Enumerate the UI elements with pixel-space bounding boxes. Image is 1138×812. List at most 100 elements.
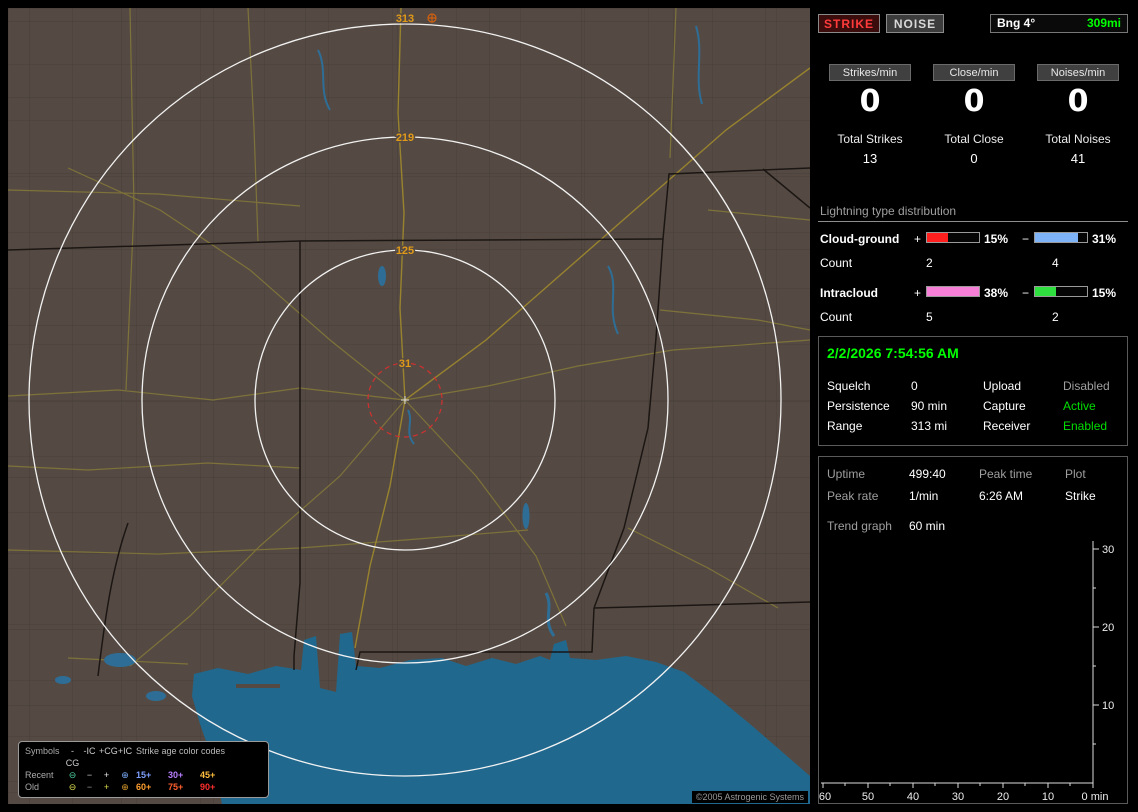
trend-graph-value: 60 min — [909, 519, 946, 533]
cg-minus-pct: 31% — [1092, 232, 1117, 246]
cloud-ground-count-row: Count 2 4 — [818, 256, 1130, 270]
total-noises-label: Total Noises — [1045, 132, 1111, 146]
peak-time-value: 6:26 AM — [979, 489, 1024, 503]
pos-ic-old-icon: ⊕ — [121, 782, 129, 792]
count-label: Count — [820, 310, 853, 324]
neg-ic-old-icon: − — [86, 782, 93, 792]
trend-x-tick-0: 0 min — [1082, 791, 1109, 803]
bearing-label: Bng 4° — [997, 16, 1036, 30]
cg-minus-count: 4 — [1052, 256, 1059, 270]
total-strikes-label: Total Strikes — [837, 132, 903, 146]
legend-recent-label: Recent — [25, 770, 54, 780]
neg-cg-old-icon: ⊖ — [68, 782, 77, 792]
strikes-column-header: Strikes/min — [818, 64, 922, 81]
cg-plus-count: 2 — [926, 256, 933, 270]
trend-x-tick-50: 50 — [862, 791, 874, 803]
legend-col-neg-ic: -IC — [83, 746, 96, 756]
squelch-value: 0 — [911, 379, 918, 393]
age-30: 30+ — [168, 770, 184, 780]
status-row-persistence: Persistence 90 min Capture Active — [819, 399, 1127, 415]
info-row-1: Uptime 499:40 Peak time Plot — [819, 467, 1127, 483]
trend-graph-label: Trend graph — [827, 519, 892, 533]
range-label-31: 31 — [399, 358, 411, 370]
strike-toggle-button[interactable]: STRIKE — [818, 14, 880, 33]
plus-sign: + — [914, 286, 922, 300]
noise-marker-icon — [427, 13, 437, 23]
peak-rate-value: 1/min — [909, 489, 939, 503]
legend-age-header: Strike age color codes — [136, 746, 226, 756]
plot-label: Plot — [1065, 467, 1086, 481]
ic-minus-count: 2 — [1052, 310, 1059, 324]
range-value: 313 mi — [911, 419, 948, 433]
squelch-label: Squelch — [827, 379, 871, 393]
sidebar: STRIKE NOISE Bng 4° 309mi Strikes/min Cl… — [818, 8, 1130, 804]
peak-time-label: Peak time — [979, 467, 1033, 481]
trend-x-tick-40: 40 — [907, 791, 919, 803]
uptime-value: 499:40 — [909, 467, 946, 481]
close-per-min-button[interactable]: Close/min — [933, 64, 1015, 81]
trend-x-tick-20: 20 — [997, 791, 1009, 803]
cloud-ground-label: Cloud-ground — [820, 232, 900, 246]
copyright-text: ©2005 Astrogenic Systems — [691, 791, 808, 803]
total-strikes-value: 13 — [862, 151, 878, 166]
legend-col-pos-ic: +IC — [117, 746, 133, 756]
intracloud-label: Intracloud — [820, 286, 879, 300]
close-per-min-value: 0 — [963, 84, 985, 119]
neg-ic-recent-icon: − — [86, 770, 93, 780]
intracloud-count-row: Count 5 2 — [818, 310, 1130, 324]
age-15: 15+ — [136, 770, 152, 780]
bearing-readout: Bng 4° 309mi — [990, 14, 1128, 33]
status-panel: 2/2/2026 7:54:56 AM Squelch 0 Upload Dis… — [818, 336, 1128, 446]
neg-cg-recent-icon: ⊖ — [68, 770, 77, 780]
age-45: 45+ — [200, 770, 216, 780]
pos-cg-old-icon: + — [103, 782, 110, 792]
minus-sign: − — [1022, 232, 1030, 246]
noise-toggle-button[interactable]: NOISE — [886, 14, 944, 33]
noises-column-header: Noises/min — [1026, 64, 1130, 81]
pos-ic-recent-icon: ⊕ — [121, 770, 129, 780]
legend-symbols-header: Symbols — [25, 746, 60, 756]
status-row-range: Range 313 mi Receiver Enabled — [819, 419, 1127, 435]
pos-cg-recent-icon: + — [103, 770, 110, 780]
intracloud-row: Intracloud + 38% − 15% — [818, 286, 1130, 300]
age-75: 75+ — [168, 782, 184, 792]
trend-x-tick-10: 10 — [1042, 791, 1054, 803]
receiver-status: Enabled — [1063, 419, 1108, 433]
trend-y-tick-30: 30 — [1102, 544, 1114, 556]
receiver-label: Receiver — [983, 419, 1031, 433]
persistence-value: 90 min — [911, 399, 948, 413]
upload-label: Upload — [983, 379, 1022, 393]
total-close-value: 0 — [970, 151, 978, 166]
legend-col-pos-cg: +CG — [99, 746, 118, 756]
strikes-per-min-value: 0 — [859, 84, 881, 119]
ic-minus-bar — [1034, 286, 1088, 297]
plus-sign: + — [914, 232, 922, 246]
datetime-display: 2/2/2026 7:54:56 AM — [827, 345, 959, 361]
info-row-2: Peak rate 1/min 6:26 AM Strike — [819, 489, 1127, 505]
map-canvas: 313 219 125 31 — [8, 8, 810, 804]
range-label-219: 219 — [396, 132, 414, 144]
distribution-title: Lightning type distribution — [820, 204, 957, 218]
capture-label: Capture — [983, 399, 1026, 413]
total-close-label: Total Close — [944, 132, 1004, 146]
distribution-divider — [818, 221, 1128, 222]
info-panel: Uptime 499:40 Peak time Plot Peak rate 1… — [818, 456, 1128, 804]
total-noises-value: 41 — [1070, 151, 1086, 166]
lightning-map[interactable]: 313 219 125 31 Symbols -CG -IC +CG +IC S… — [8, 8, 810, 804]
cg-minus-bar — [1034, 232, 1088, 243]
count-label: Count — [820, 256, 853, 270]
range-label: Range — [827, 419, 863, 433]
range-label-125: 125 — [396, 245, 414, 257]
noises-per-min-button[interactable]: Noises/min — [1037, 64, 1119, 81]
status-row-squelch: Squelch 0 Upload Disabled — [819, 379, 1127, 395]
trend-x-tick-30: 30 — [952, 791, 964, 803]
range-label-313: 313 — [396, 13, 414, 25]
close-column-header: Close/min — [922, 64, 1026, 81]
legend-old-label: Old — [25, 782, 40, 792]
peak-rate-label: Peak rate — [827, 489, 879, 503]
cg-plus-pct: 15% — [984, 232, 1009, 246]
cloud-ground-row: Cloud-ground + 15% − 31% — [818, 232, 1130, 246]
trend-y-tick-20: 20 — [1102, 622, 1114, 634]
info-row-3: Trend graph 60 min — [819, 519, 1127, 535]
strikes-per-min-button[interactable]: Strikes/min — [829, 64, 911, 81]
